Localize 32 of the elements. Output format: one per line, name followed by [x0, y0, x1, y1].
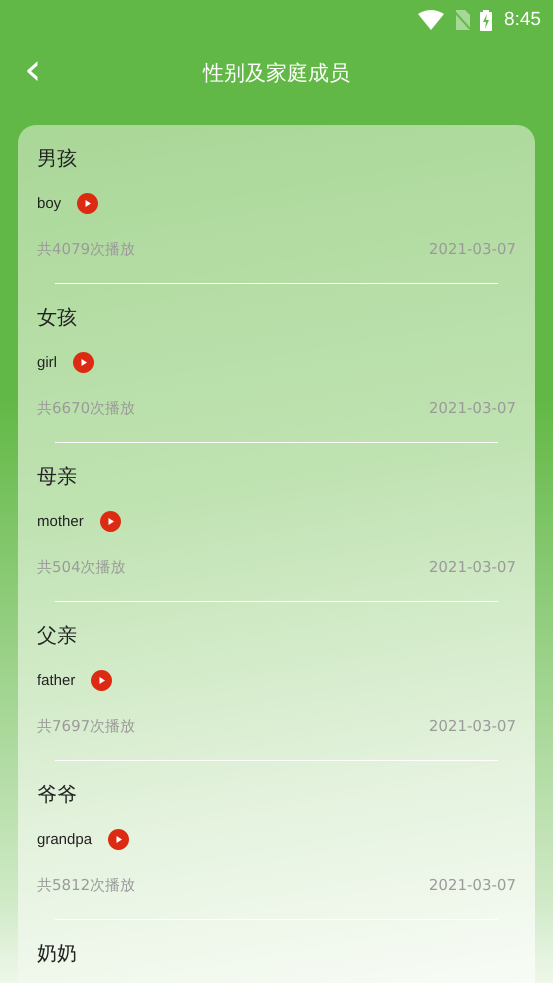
- date: 2021-03-07: [428, 876, 516, 895]
- play-button[interactable]: [77, 192, 98, 214]
- english-word: mother: [37, 512, 84, 530]
- date: 2021-03-07: [428, 558, 516, 577]
- battery-charging-icon: [480, 10, 492, 30]
- word-title: 父亲: [37, 622, 78, 648]
- word-title: 女孩: [37, 304, 78, 330]
- play-button[interactable]: [91, 670, 112, 690]
- play-button[interactable]: [73, 352, 94, 372]
- english-word: father: [37, 672, 76, 688]
- back-button[interactable]: ‹: [18, 48, 48, 92]
- play-count: 共7697次播放: [37, 717, 136, 736]
- word-title: 爷爷: [37, 781, 78, 807]
- date: 2021-03-07: [428, 240, 516, 259]
- play-count: 共4079次播放: [37, 240, 136, 259]
- play-count: 共5812次播放: [37, 876, 136, 895]
- english-word: grandpa: [37, 830, 92, 848]
- play-button[interactable]: [108, 828, 130, 850]
- page-title: 性别及家庭成员: [203, 60, 350, 86]
- word-title: 母亲: [37, 463, 78, 489]
- word-title: 男孩: [37, 145, 78, 171]
- date: 2021-03-07: [428, 399, 516, 418]
- status-time: 8:45: [504, 9, 541, 31]
- word-title: 奶奶: [37, 940, 78, 966]
- play-button[interactable]: [100, 510, 121, 532]
- english-word: boy: [37, 194, 62, 212]
- wifi-icon: [418, 10, 444, 30]
- english-word: girl: [37, 354, 58, 370]
- date: 2021-03-07: [428, 717, 516, 736]
- no-sim-icon: [454, 10, 470, 30]
- play-count: 共6670次播放: [37, 399, 136, 418]
- play-count: 共504次播放: [37, 558, 126, 577]
